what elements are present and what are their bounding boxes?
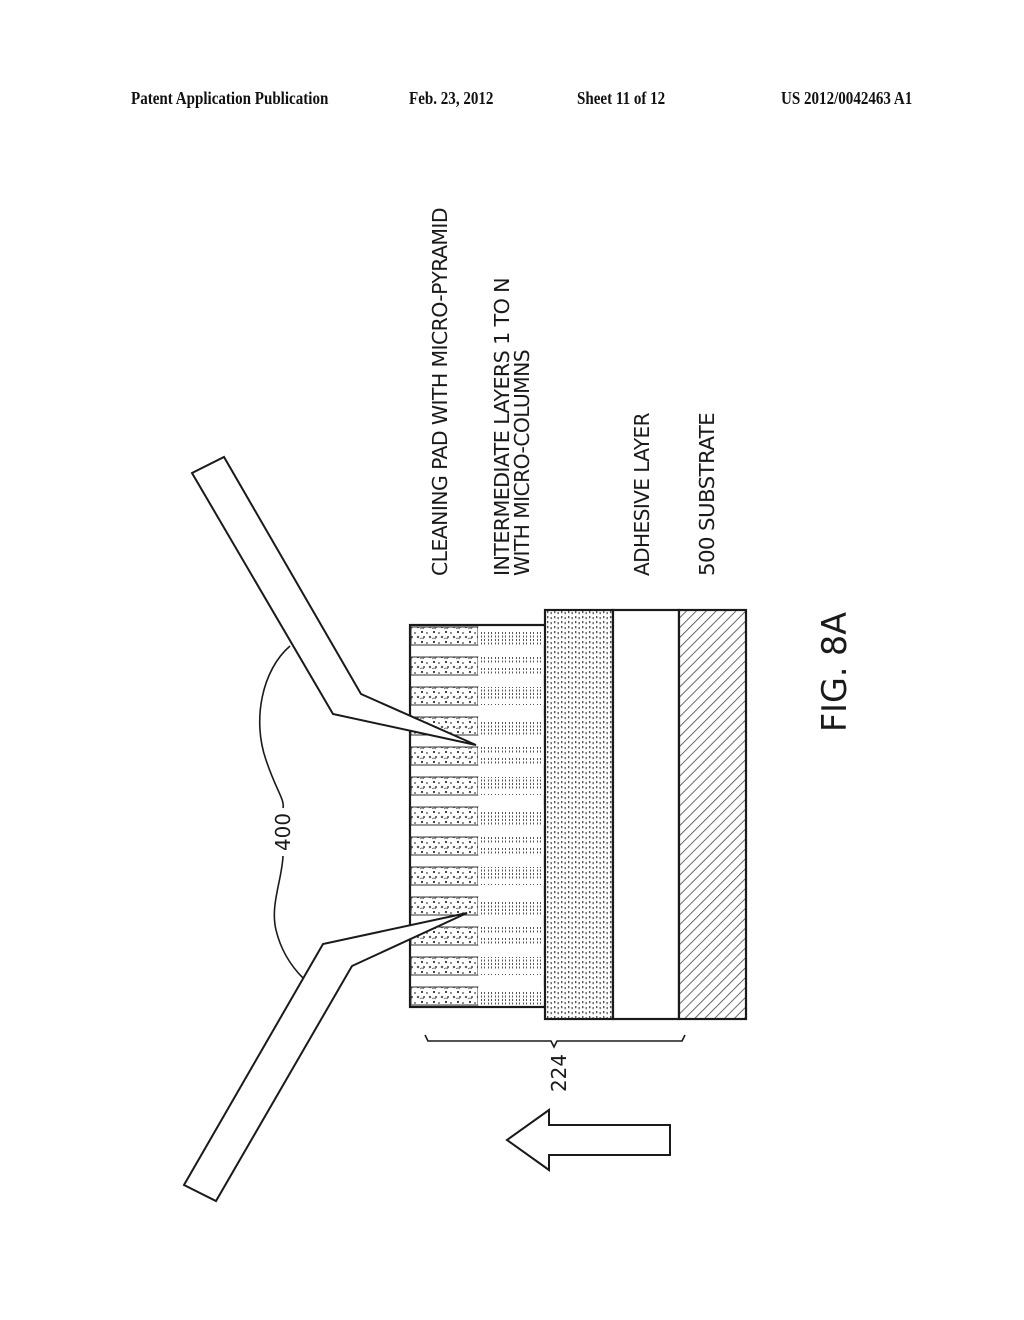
micro-column-segment [478, 897, 544, 915]
micro-column-segment [478, 807, 544, 825]
micro-column-row [410, 746, 544, 766]
micro-pyramid-segment [410, 866, 479, 886]
micro-pyramid-segment [410, 776, 479, 796]
micro-column-row [410, 866, 544, 886]
reference-224: 224 [547, 1054, 571, 1092]
micro-column-segment [478, 927, 544, 945]
micro-pyramid-segment [410, 806, 479, 826]
stack-bracket [424, 1034, 686, 1049]
micro-column-segment [478, 777, 544, 795]
adhesive-layer [611, 608, 681, 1021]
micro-column-row [410, 776, 544, 796]
micro-pyramid-segment [410, 896, 479, 916]
micro-column-row [410, 806, 544, 826]
label-adhesive-layer: ADHESIVE LAYER [630, 412, 654, 576]
figure-8a-diagram: CLEANING PAD WITH MICRO-PYRAMID INTERMED… [182, 208, 855, 1203]
micro-column-segment [478, 687, 544, 705]
micro-pyramid-segment [410, 686, 479, 706]
micro-column-segment [478, 657, 544, 675]
label-cleaning-pad: CLEANING PAD WITH MICRO-PYRAMID [428, 208, 452, 576]
micro-column-row [410, 626, 544, 646]
micro-pyramid-segment [410, 986, 479, 1006]
reference-400: 400 [271, 813, 295, 851]
cleaning-pad [408, 623, 547, 1009]
motion-arrow-left-icon [505, 1108, 671, 1172]
intermediate-layer [543, 608, 615, 1021]
micro-pyramid-segment [410, 956, 479, 976]
micro-column-row [410, 686, 544, 706]
label-micro-columns: WITH MICRO-COLUMNS [510, 350, 534, 576]
micro-column-segment [478, 627, 544, 645]
micro-column-segment [478, 747, 544, 765]
micro-pyramid-segment [410, 836, 479, 856]
micro-column-segment [478, 867, 544, 885]
micro-pyramid-segment [410, 626, 479, 646]
micro-column-segment [478, 717, 544, 735]
probe-brace [258, 645, 291, 809]
micro-pyramid-segment [410, 746, 479, 766]
micro-column-row [410, 656, 544, 676]
probe-brace-lower [273, 855, 304, 979]
micro-column-row [410, 836, 544, 856]
micro-column-row [410, 956, 544, 976]
micro-column-row [410, 896, 544, 916]
micro-column-row [410, 986, 544, 1006]
micro-pyramid-segment [410, 656, 479, 676]
label-substrate: 500 SUBSTRATE [695, 413, 719, 576]
micro-column-segment [478, 957, 544, 975]
figure-caption: FIG. 8A [815, 612, 855, 732]
substrate-layer [677, 608, 748, 1021]
micro-column-segment [478, 987, 544, 1005]
micro-column-segment [478, 837, 544, 855]
